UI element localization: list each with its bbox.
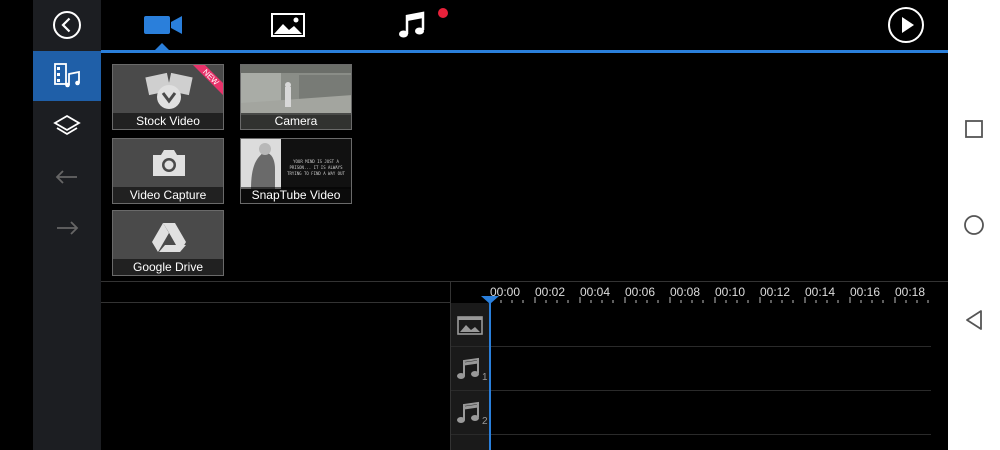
camera-icon: [153, 150, 185, 176]
track-number: 2: [482, 416, 488, 427]
media-tile-camera[interactable]: Camera: [240, 64, 352, 130]
playhead[interactable]: [489, 297, 491, 450]
back-circle-icon: [53, 11, 81, 39]
track-image[interactable]: [451, 304, 491, 346]
layers-icon: [53, 114, 81, 136]
track-separator: [451, 390, 931, 391]
tab-music[interactable]: [371, 0, 455, 50]
ruler-left-border: [450, 282, 451, 303]
top-toolbar: [101, 0, 948, 52]
video-camera-icon: [144, 16, 182, 34]
tile-label: SnapTube Video: [241, 187, 351, 203]
redo-icon: [57, 221, 79, 235]
media-tile-video-capture[interactable]: Video Capture: [112, 138, 224, 204]
back-icon[interactable]: [964, 309, 984, 331]
media-tile-snaptube-video[interactable]: YOUR MIND IS JUST A PRISON... IT IS ALWA…: [240, 138, 352, 204]
track-music-2[interactable]: 2: [451, 391, 491, 434]
timeline-ruler[interactable]: 00:00 00:02 00:04 00:06 00:08 00:10 00:1…: [451, 282, 948, 303]
play-button[interactable]: [881, 0, 931, 50]
media-library-button[interactable]: [33, 51, 101, 101]
new-badge: NEW: [193, 65, 223, 95]
music-track-icon: [457, 401, 479, 423]
layers-button[interactable]: [33, 102, 101, 152]
track-number: 1: [482, 372, 488, 383]
system-nav-bar: [948, 0, 1000, 450]
undo-icon: [55, 170, 77, 184]
tile-label: Stock Video: [113, 113, 223, 129]
recent-apps-icon[interactable]: [964, 119, 984, 139]
tile-label: Camera: [241, 113, 351, 129]
media-tile-stock-video[interactable]: NEW Stock Video: [112, 64, 224, 130]
ruler-ticks: [489, 297, 929, 303]
undo-button[interactable]: [33, 153, 101, 203]
toolbar-divider: [101, 50, 948, 53]
google-drive-icon: [152, 223, 186, 252]
music-track-icon: [457, 357, 479, 379]
status-strip: [0, 0, 33, 450]
thumbnail-caption: YOUR MIND IS JUST A PRISON... IT IS ALWA…: [287, 159, 345, 176]
media-library-icon: [54, 63, 80, 88]
tile-label: Video Capture: [113, 187, 223, 203]
notification-dot: [438, 8, 448, 18]
camera-thumbnail: [241, 65, 351, 115]
media-tile-google-drive[interactable]: Google Drive: [112, 210, 224, 276]
redo-button[interactable]: [33, 204, 101, 254]
track-music-1[interactable]: 1: [451, 347, 491, 390]
track-separator: [451, 434, 931, 435]
tab-image[interactable]: [246, 0, 330, 50]
play-circle-icon: [888, 7, 924, 43]
track-separator: [451, 346, 931, 347]
playhead-handle[interactable]: [481, 296, 499, 304]
music-note-icon: [399, 11, 425, 38]
active-tab-indicator: [153, 43, 171, 52]
sidebar: [33, 0, 101, 450]
image-track-icon: [457, 316, 483, 335]
tile-label: Google Drive: [113, 259, 223, 275]
home-icon[interactable]: [963, 214, 985, 236]
back-button[interactable]: [33, 0, 101, 50]
image-icon: [271, 13, 305, 37]
